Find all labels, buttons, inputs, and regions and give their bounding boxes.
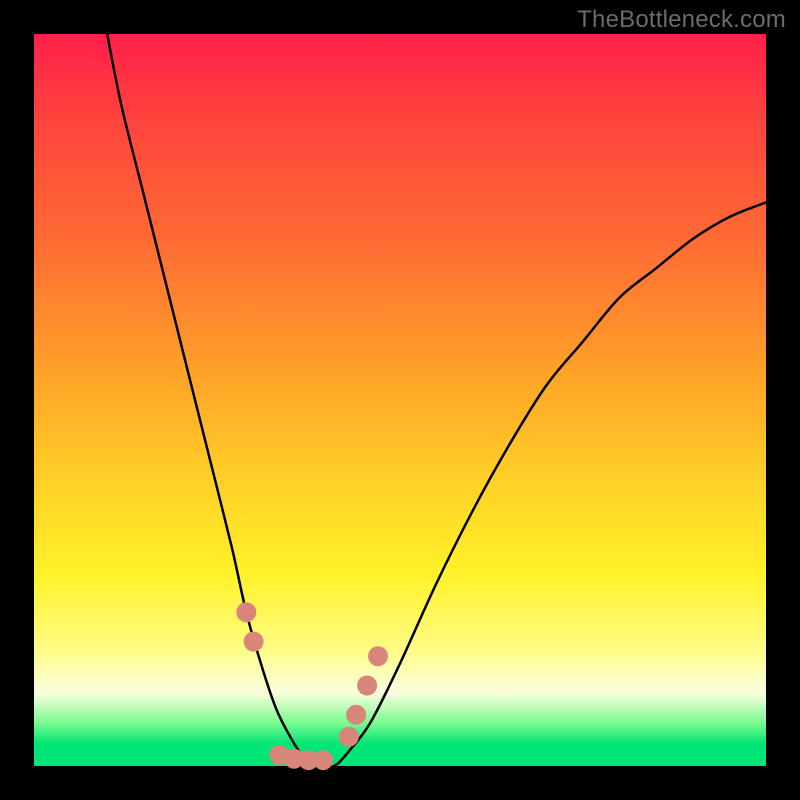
bottleneck-curve xyxy=(107,34,766,767)
curve-marker xyxy=(313,750,333,770)
chart-frame: TheBottleneck.com xyxy=(0,0,800,800)
curve-marker xyxy=(368,646,388,666)
curve-marker xyxy=(357,676,377,696)
watermark-text: TheBottleneck.com xyxy=(577,6,786,34)
curve-svg xyxy=(34,34,766,766)
curve-marker xyxy=(244,632,264,652)
plot-area xyxy=(34,34,766,766)
curve-marker xyxy=(236,602,256,622)
curve-marker xyxy=(339,727,359,747)
curve-marker xyxy=(346,705,366,725)
marker-group xyxy=(236,602,388,770)
